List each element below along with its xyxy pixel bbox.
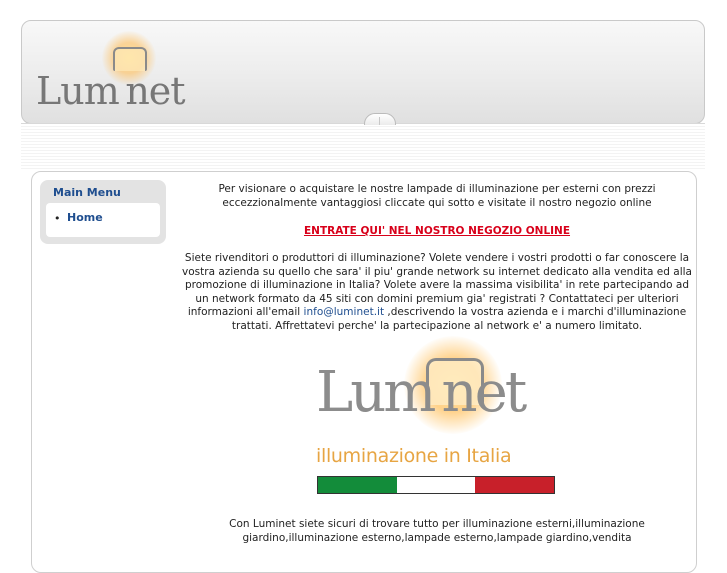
hero-logo-subtitle: illuminazione in Italia [316,445,512,467]
main-menu-list: • Home [46,203,160,237]
intro-text: Per visionare o acquistare le nostre lam… [218,183,656,209]
content-panel: Main Menu • Home Per visionare o acquist… [31,171,697,573]
flag-white [396,477,476,493]
partner-paragraph: Siete rivenditori o produttori di illumi… [182,252,692,333]
menu-item-home[interactable]: Home [67,211,103,224]
partner-text-end: ,descrivendo la vostra azienda e i march… [231,306,687,332]
hero-logo: Lum net illuminazione in Italia [316,336,566,514]
logo-text: Lum net [36,69,186,113]
main-menu: Main Menu • Home [40,180,166,244]
main-menu-title: Main Menu [53,186,121,199]
italian-flag-bar [317,476,555,494]
shop-link[interactable]: ENTRATE QUI' NEL NOSTRO NEGOZIO ONLINE [182,225,692,239]
site-logo[interactable]: Lum net [36,31,206,116]
bullet-icon: • [54,212,61,225]
email-link[interactable]: info@luminet.it [304,306,385,318]
header-divider [21,123,705,124]
page: Lum net Main Menu • Home Per visionare o… [16,14,710,573]
hero-logo-title: Lum net [316,360,527,425]
flag-red [475,477,555,493]
stripe-band [21,125,705,171]
lamp-logo-icon [113,47,147,71]
flag-green [318,477,397,493]
site-header: Lum net [21,20,705,124]
footer-text: Con Luminet siete sicuri di trovare tutt… [229,518,645,544]
